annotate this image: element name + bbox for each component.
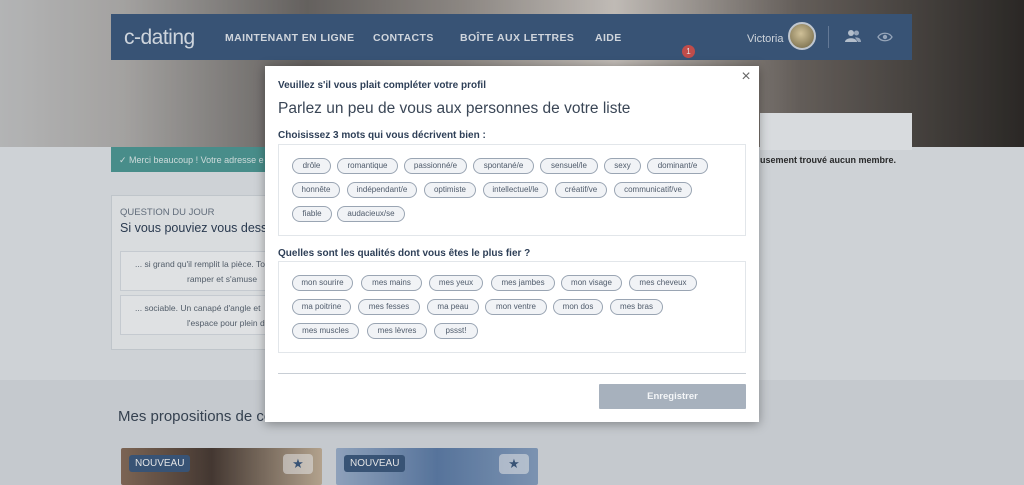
words-label: Choisissez 3 mots qui vous décrivent bie… — [278, 130, 486, 141]
word-pill[interactable]: fiable — [292, 206, 332, 222]
qualities-box: mon sourire mes mains mes yeux mes jambe… — [278, 261, 746, 353]
close-icon[interactable]: × — [739, 69, 753, 85]
quality-pill[interactable]: mes lèvres — [367, 323, 427, 339]
modal-divider — [278, 373, 746, 374]
word-pill[interactable]: communicatif/ve — [614, 182, 692, 198]
quality-pill[interactable]: ma peau — [427, 299, 479, 315]
word-pill[interactable]: drôle — [292, 158, 331, 174]
word-pill[interactable]: sexy — [604, 158, 641, 174]
quality-pill[interactable]: mon ventre — [485, 299, 547, 315]
qualities-label: Quelles sont les qualités dont vous êtes… — [278, 248, 531, 259]
save-button[interactable]: Enregistrer — [599, 384, 746, 409]
quality-pill[interactable]: mes mains — [361, 275, 422, 291]
profile-completion-modal: × Veuillez s'il vous plait compléter vot… — [265, 66, 759, 422]
word-pill[interactable]: spontané/e — [473, 158, 534, 174]
word-pill[interactable]: audacieux/se — [337, 206, 405, 222]
word-pill[interactable]: dominant/e — [647, 158, 708, 174]
word-pill[interactable]: honnête — [292, 182, 340, 198]
quality-pill[interactable]: mon sourire — [292, 275, 353, 291]
quality-pill[interactable]: pssst! — [434, 323, 478, 339]
quality-pill[interactable]: ma poitrine — [292, 299, 351, 315]
quality-pill[interactable]: mes cheveux — [629, 275, 697, 291]
word-pill[interactable]: intellectuel/le — [483, 182, 548, 198]
modal-kicker: Veuillez s'il vous plait compléter votre… — [278, 80, 486, 91]
modal-title: Parlez un peu de vous aux personnes de v… — [278, 100, 631, 117]
quality-pill[interactable]: mes bras — [610, 299, 663, 315]
quality-pill[interactable]: mon dos — [553, 299, 603, 315]
word-pill[interactable]: optimiste — [424, 182, 476, 198]
quality-pill[interactable]: mes jambes — [491, 275, 555, 291]
quality-pill[interactable]: mes yeux — [429, 275, 483, 291]
quality-pill[interactable]: mes muscles — [292, 323, 359, 339]
words-box: drôle romantique passionné/e spontané/e … — [278, 144, 746, 236]
word-pill[interactable]: passionné/e — [404, 158, 467, 174]
quality-pill[interactable]: mes fesses — [358, 299, 420, 315]
word-pill[interactable]: sensuel/le — [540, 158, 598, 174]
quality-pill[interactable]: mon visage — [561, 275, 622, 291]
word-pill[interactable]: indépendant/e — [347, 182, 417, 198]
word-pill[interactable]: créatif/ve — [555, 182, 607, 198]
word-pill[interactable]: romantique — [337, 158, 398, 174]
